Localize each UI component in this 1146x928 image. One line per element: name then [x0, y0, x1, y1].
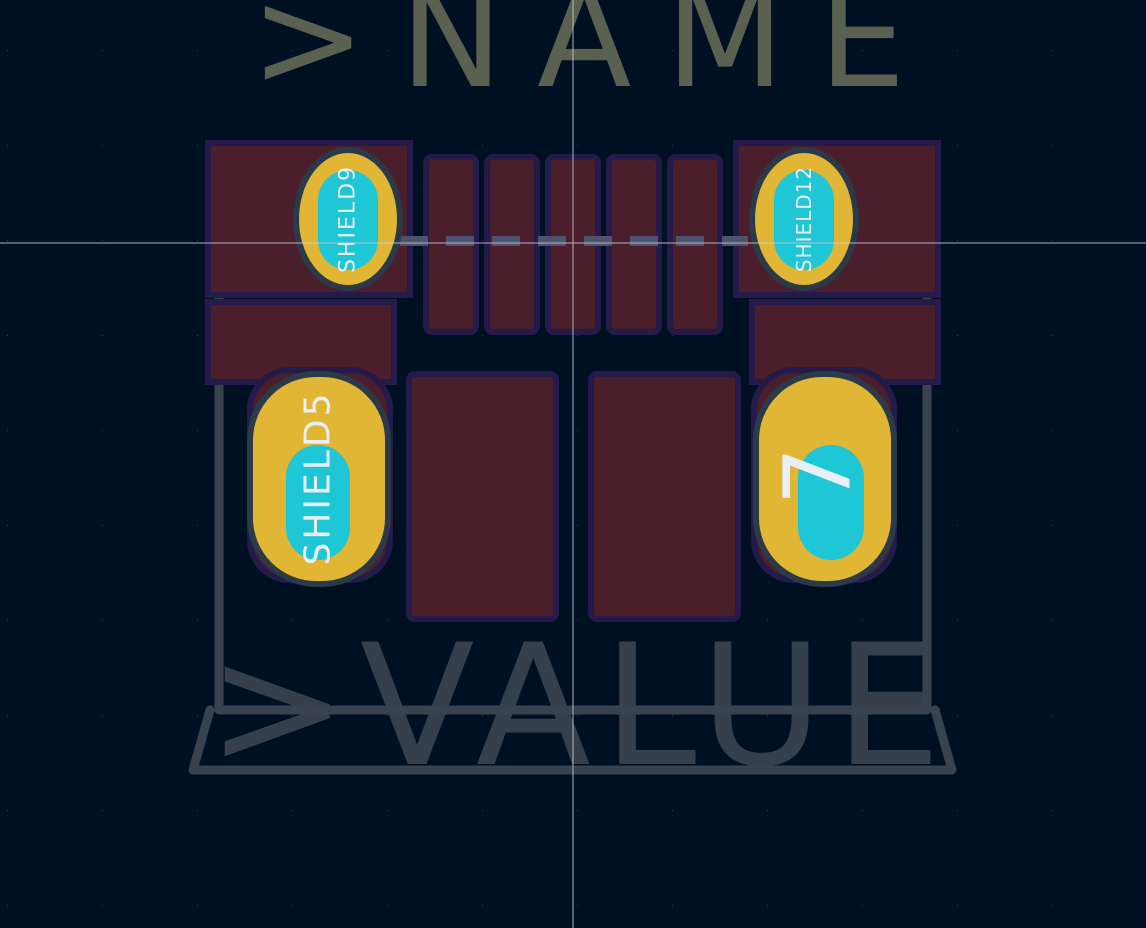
pad-label-shield5: SHIELD5: [298, 391, 339, 566]
center-pad-left: [406, 371, 559, 622]
pcb-footprint-canvas[interactable]: SHIELD9 SHIELD12 SHIELD5 7 >NAME >VALUE: [0, 0, 1146, 928]
center-pad-right: [588, 371, 741, 622]
pad-label-7: 7: [765, 447, 872, 506]
pad-label-shield9: SHIELD9: [336, 165, 361, 273]
fab-value-label: >VALUE: [207, 608, 953, 804]
silkscreen-name-label: >NAME: [250, 0, 940, 119]
pad-label-shield12: SHIELD12: [792, 166, 816, 272]
